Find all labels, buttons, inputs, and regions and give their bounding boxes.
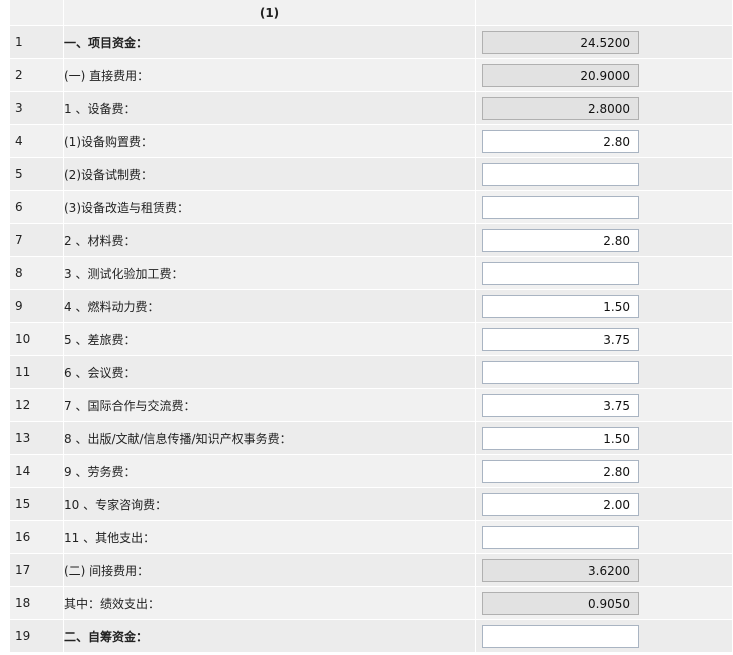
row-number: 5 [10,158,64,191]
table-row: 6 (3)设备改造与租赁费： [10,191,732,224]
amount-input[interactable]: 2.80 [482,228,639,252]
table-row: 12 7 、国际合作与交流费： 3.75 [10,389,732,422]
row-label: (2)设备试制费： [64,158,476,191]
row-label: 2 、材料费： [64,224,476,257]
row-number: 6 [10,191,64,224]
row-number: 7 [10,224,64,257]
row-number: 1 [10,26,64,59]
row-number: 4 [10,125,64,158]
table-row: 9 4 、燃料动力费： 1.50 [10,290,732,323]
table-row: 3 1 、设备费： 2.8000 [10,92,732,125]
row-label: 11 、其他支出： [64,521,476,554]
row-number: 12 [10,389,64,422]
row-number: 10 [10,323,64,356]
computed-value: 24.5200 [482,30,639,54]
row-label: 8 、出版/文献/信息传播/知识产权事务费： [64,422,476,455]
row-number: 18 [10,587,64,620]
row-label: (一) 直接费用： [64,59,476,92]
table-row: 18 其中：绩效支出： 0.9050 [10,587,732,620]
computed-value: 2.8000 [482,96,639,120]
budget-table: (1) 1 一、项目资金： 24.5200 2 (一) 直接费用： 20.900… [10,0,732,653]
table-row: 14 9 、劳务费： 2.80 [10,455,732,488]
row-label: 10 、专家咨询费： [64,488,476,521]
amount-input[interactable] [482,525,639,549]
amount-input[interactable]: 3.75 [482,393,639,417]
table-row: 16 11 、其他支出： [10,521,732,554]
computed-value: 20.9000 [482,63,639,87]
row-label: (二) 间接费用： [64,554,476,587]
table-row: 2 (一) 直接费用： 20.9000 [10,59,732,92]
row-number: 9 [10,290,64,323]
table-row: 8 3 、测试化验加工费： [10,257,732,290]
table-row: 11 6 、会议费： [10,356,732,389]
row-label: 其中：绩效支出： [64,587,476,620]
header-label: (1) [64,0,476,26]
row-label: 7 、国际合作与交流费： [64,389,476,422]
amount-input[interactable]: 2.80 [482,129,639,153]
amount-input[interactable] [482,162,639,186]
table-row: 7 2 、材料费： 2.80 [10,224,732,257]
amount-input[interactable]: 2.80 [482,459,639,483]
row-number: 11 [10,356,64,389]
amount-input[interactable]: 1.50 [482,426,639,450]
row-number: 14 [10,455,64,488]
table-row: 13 8 、出版/文献/信息传播/知识产权事务费： 1.50 [10,422,732,455]
table-row: 5 (2)设备试制费： [10,158,732,191]
row-label: 1 、设备费： [64,92,476,125]
computed-value: 3.6200 [482,558,639,582]
row-number: 15 [10,488,64,521]
header-num-cell [10,0,64,26]
row-number: 13 [10,422,64,455]
amount-input[interactable]: 2.00 [482,492,639,516]
row-number: 19 [10,620,64,653]
table-row: 4 (1)设备购置费： 2.80 [10,125,732,158]
amount-input[interactable] [482,195,639,219]
row-number: 3 [10,92,64,125]
row-number: 2 [10,59,64,92]
row-label: 一、项目资金： [64,26,476,59]
row-label: 二、自筹资金： [64,620,476,653]
header-row: (1) [10,0,732,26]
row-label: (1)设备购置费： [64,125,476,158]
table-row: 19 二、自筹资金： [10,620,732,653]
table-row: 15 10 、专家咨询费： 2.00 [10,488,732,521]
row-label: 3 、测试化验加工费： [64,257,476,290]
header-value-cell [476,0,732,26]
amount-input[interactable] [482,624,639,648]
table-row: 17 (二) 间接费用： 3.6200 [10,554,732,587]
amount-input[interactable] [482,360,639,384]
table-row: 10 5 、差旅费： 3.75 [10,323,732,356]
row-label: (3)设备改造与租赁费： [64,191,476,224]
amount-input[interactable] [482,261,639,285]
row-number: 8 [10,257,64,290]
row-label: 6 、会议费： [64,356,476,389]
row-label: 5 、差旅费： [64,323,476,356]
table-row: 1 一、项目资金： 24.5200 [10,26,732,59]
computed-value: 0.9050 [482,591,639,615]
row-label: 4 、燃料动力费： [64,290,476,323]
row-number: 16 [10,521,64,554]
row-number: 17 [10,554,64,587]
amount-input[interactable]: 1.50 [482,294,639,318]
row-label: 9 、劳务费： [64,455,476,488]
amount-input[interactable]: 3.75 [482,327,639,351]
